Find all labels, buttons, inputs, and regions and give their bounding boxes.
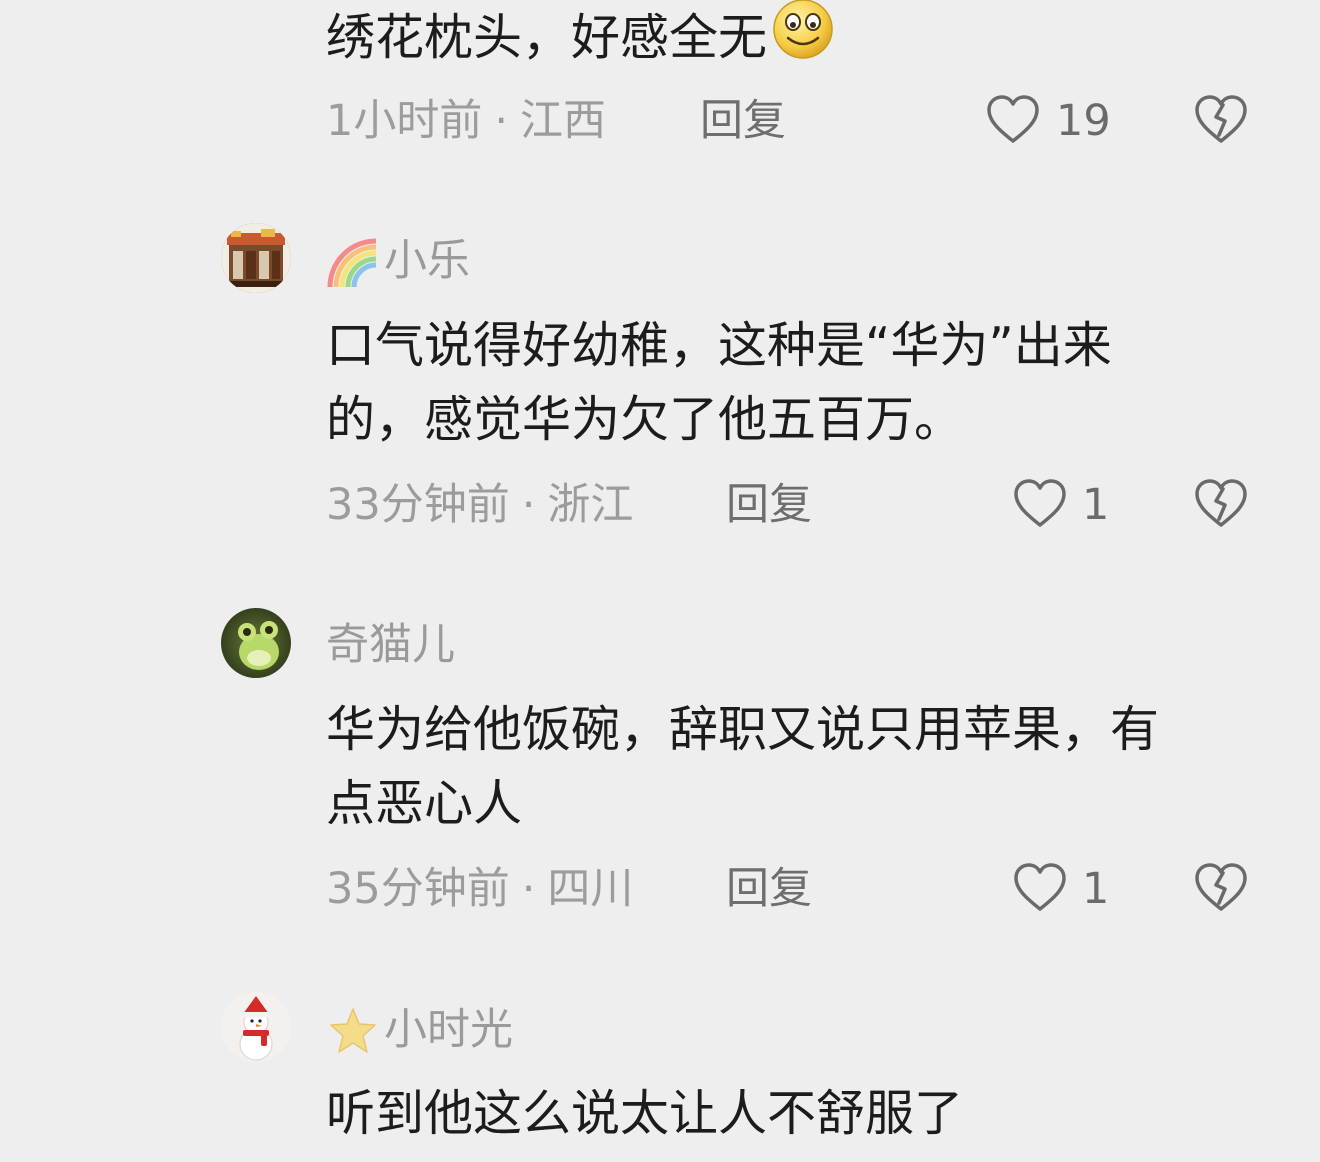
broken-heart-icon: [1193, 93, 1249, 145]
avatar[interactable]: [221, 992, 291, 1062]
meta-separator: ·: [521, 864, 536, 914]
reply-button[interactable]: 回复: [726, 864, 812, 914]
comment-text-line: 华为给他饭碗，辞职又说只用苹果，有: [326, 701, 1160, 758]
dislike-button[interactable]: [1193, 477, 1249, 529]
frog-avatar: [221, 608, 291, 678]
comment-text-line: 口气说得好幼稚，这种是“华为”出来: [326, 317, 1112, 374]
rainbow-icon: [326, 237, 380, 291]
user-badge: [326, 237, 380, 291]
smiley-emoji-icon: [769, 0, 837, 60]
meta-separator: ·: [494, 96, 509, 146]
user-badge: [328, 1006, 378, 1056]
dislike-button[interactable]: [1193, 93, 1249, 145]
like-count: 1: [1082, 480, 1110, 530]
like-button[interactable]: [1012, 477, 1068, 529]
comment-meta: 35分钟前 · 四川: [326, 864, 633, 914]
snowman-avatar: [221, 992, 291, 1062]
comment-text-line: 点恶心人: [326, 775, 523, 832]
username[interactable]: 小时光: [384, 1005, 513, 1055]
like-count: 1: [1082, 864, 1110, 914]
comment-time: 35分钟前: [326, 864, 510, 914]
meta-separator: ·: [521, 480, 536, 530]
comment-meta: 33分钟前 · 浙江: [326, 480, 633, 530]
like-count: 19: [1056, 96, 1111, 146]
avatar[interactable]: [221, 608, 291, 678]
heart-outline-icon: [1012, 861, 1068, 913]
comment-location: 江西: [520, 96, 607, 146]
like-button[interactable]: [1012, 861, 1068, 913]
avatar[interactable]: [221, 223, 291, 293]
broken-heart-icon: [1193, 861, 1249, 913]
like-button[interactable]: [985, 93, 1041, 145]
username[interactable]: 小乐: [384, 236, 470, 286]
storefront-avatar: [221, 223, 291, 293]
comment-location: 浙江: [547, 480, 634, 530]
star-icon: [328, 1006, 378, 1056]
heart-outline-icon: [985, 93, 1041, 145]
comment-location: 四川: [547, 864, 634, 914]
comment-text-line: 听到他这么说太让人不舒服了: [326, 1085, 964, 1142]
reply-button[interactable]: 回复: [726, 480, 812, 530]
comment-time: 33分钟前: [326, 480, 510, 530]
comment-text: 绣花枕头，好感全无: [326, 0, 837, 76]
dislike-button[interactable]: [1193, 861, 1249, 913]
comment-meta: 1小时前 · 江西: [326, 96, 606, 146]
reply-button[interactable]: 回复: [700, 96, 786, 146]
comment-text-line: 的，感觉华为欠了他五百万。: [326, 391, 964, 448]
broken-heart-icon: [1193, 477, 1249, 529]
heart-outline-icon: [1012, 477, 1068, 529]
comment-list: 绣花枕头，好感全无 1小时前 · 江西 回复 19 小乐 口气说得好幼稚，这种是…: [0, 0, 1320, 1162]
username[interactable]: 奇猫儿: [326, 620, 455, 670]
comment-time: 1小时前: [326, 96, 483, 146]
